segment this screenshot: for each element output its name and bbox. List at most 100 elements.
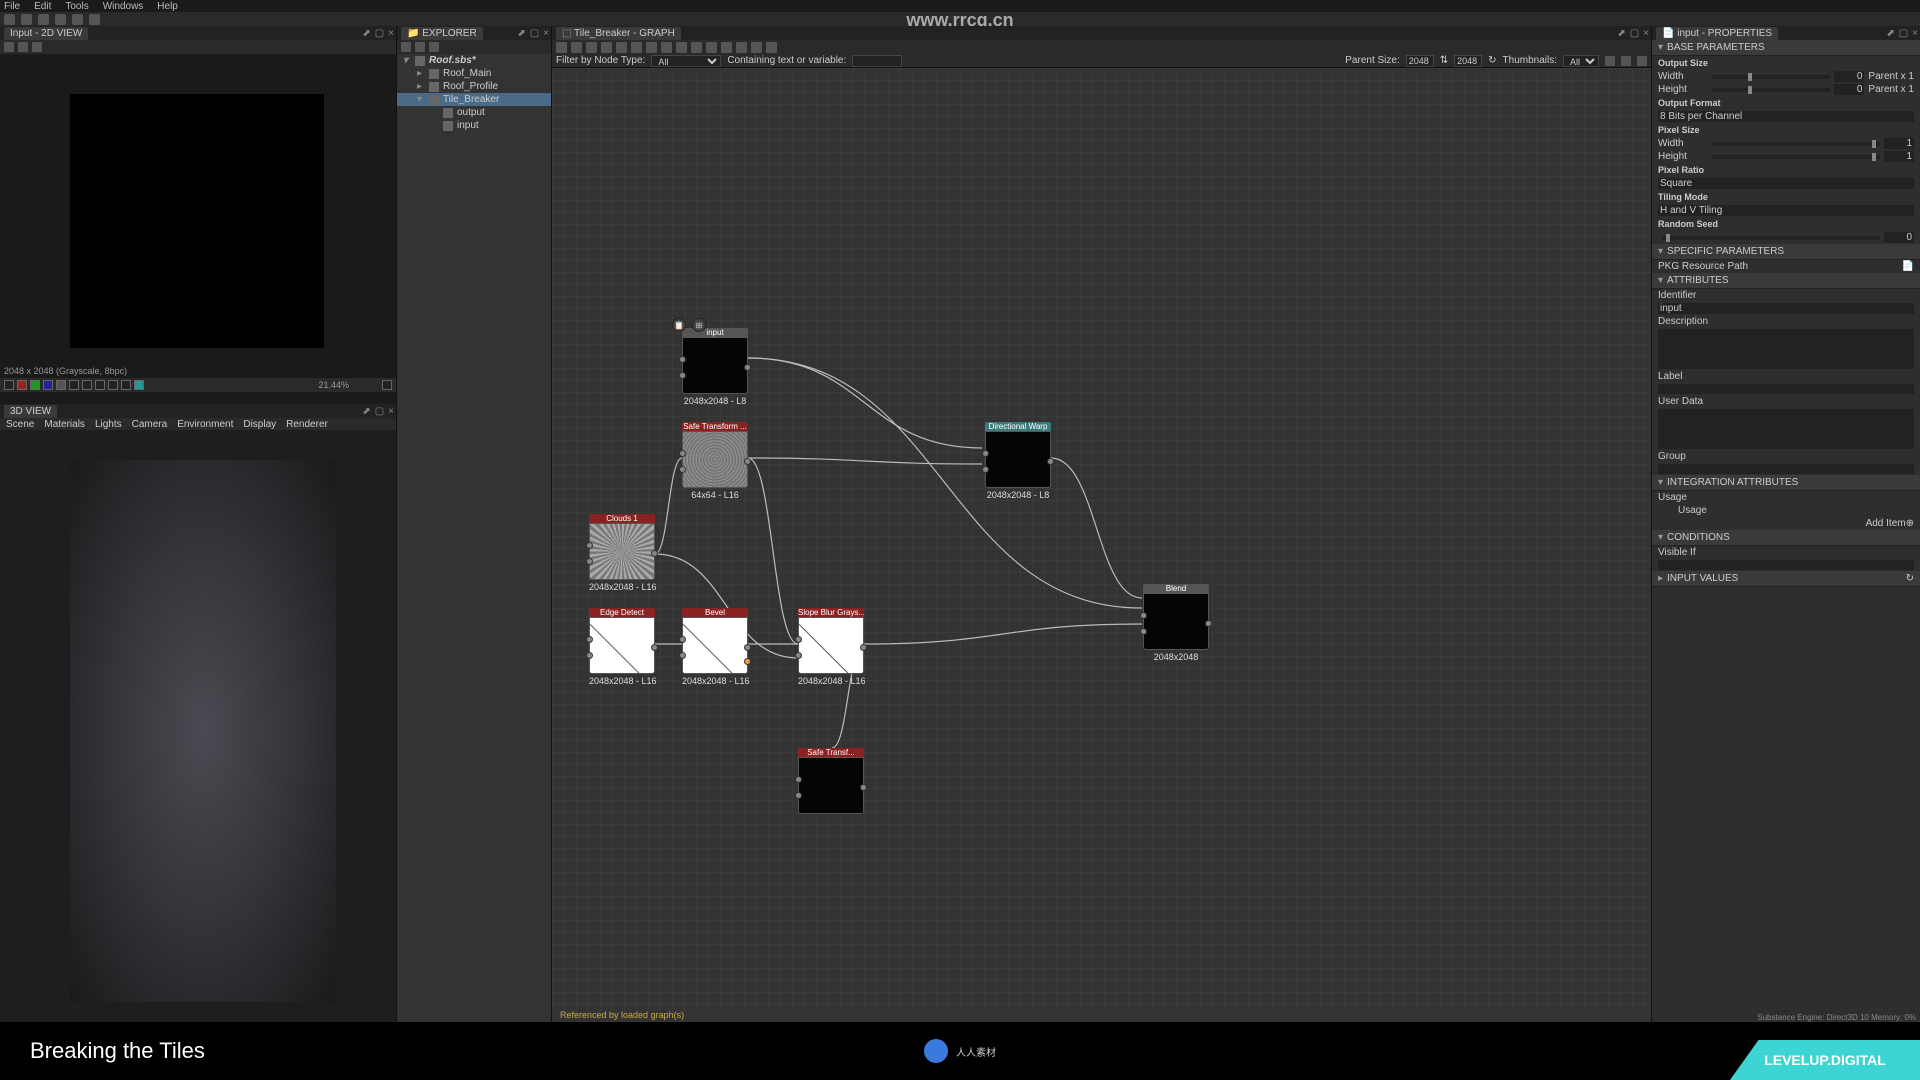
pin-icon[interactable]: ⬈ bbox=[362, 28, 370, 39]
view3d-tab[interactable]: 3D VIEW bbox=[4, 405, 57, 418]
close-icon[interactable]: × bbox=[1643, 28, 1649, 39]
snap-icon[interactable] bbox=[676, 42, 687, 53]
settings-icon[interactable] bbox=[1637, 56, 1647, 66]
section-attributes[interactable]: ▾ATTRIBUTES bbox=[1652, 273, 1920, 289]
save-icon[interactable] bbox=[4, 42, 14, 52]
save-icon[interactable] bbox=[401, 42, 411, 52]
refresh-icon[interactable] bbox=[415, 42, 425, 52]
section-input-values[interactable]: ▸INPUT VALUES↻ bbox=[1652, 571, 1920, 587]
view2d-tab[interactable]: Input - 2D VIEW bbox=[4, 27, 88, 40]
back-icon[interactable] bbox=[21, 14, 32, 25]
identifier-value[interactable]: input bbox=[1658, 303, 1914, 314]
undock-icon[interactable]: ▢ bbox=[375, 28, 384, 39]
filter-text-input[interactable] bbox=[852, 55, 902, 67]
copy-icon[interactable] bbox=[18, 42, 28, 52]
node-expand-icon[interactable]: ⊞ bbox=[692, 318, 706, 332]
channel-swatch[interactable] bbox=[4, 380, 14, 390]
fit-icon[interactable] bbox=[616, 42, 627, 53]
pin-icon[interactable]: ⬈ bbox=[1886, 28, 1894, 39]
camera-icon[interactable] bbox=[586, 42, 597, 53]
undock-icon[interactable]: ▢ bbox=[530, 28, 539, 39]
pencil-icon[interactable] bbox=[736, 42, 747, 53]
node-safetrans[interactable]: Safe Transform ...64x64 - L16 bbox=[682, 422, 748, 500]
close-icon[interactable]: × bbox=[1912, 28, 1918, 39]
section-specific-parameters[interactable]: ▾SPECIFIC PARAMETERS bbox=[1652, 244, 1920, 260]
menu-environment[interactable]: Environment bbox=[177, 419, 233, 430]
frame-icon[interactable] bbox=[751, 42, 762, 53]
plus-icon[interactable]: ⊕ bbox=[1906, 518, 1914, 529]
width-slider[interactable] bbox=[1712, 75, 1830, 79]
menu-tools[interactable]: Tools bbox=[65, 1, 88, 12]
close-icon[interactable]: × bbox=[388, 28, 394, 39]
height-value[interactable]: 0 bbox=[1834, 84, 1864, 95]
group-value[interactable] bbox=[1658, 464, 1914, 474]
node-safe2[interactable]: Safe Transf... bbox=[798, 748, 864, 816]
align-icon[interactable] bbox=[646, 42, 657, 53]
cursor-icon[interactable] bbox=[556, 42, 567, 53]
channel-alpha[interactable] bbox=[56, 380, 66, 390]
reset-icon[interactable]: ↻ bbox=[1906, 573, 1914, 584]
tree-item-tile-breaker[interactable]: ▾Tile_Breaker bbox=[397, 93, 551, 106]
lock-icon[interactable] bbox=[382, 380, 392, 390]
redo-icon[interactable] bbox=[89, 14, 100, 25]
grid-view-icon[interactable] bbox=[1621, 56, 1631, 66]
picker-icon[interactable] bbox=[121, 380, 131, 390]
tile-icon[interactable] bbox=[82, 380, 92, 390]
reset-icon[interactable]: ↻ bbox=[1488, 55, 1496, 66]
pheight-value[interactable]: 1 bbox=[1884, 151, 1914, 162]
file-icon[interactable]: 📄 bbox=[1902, 261, 1914, 272]
pin-icon[interactable]: ⬈ bbox=[517, 28, 525, 39]
channel-green[interactable] bbox=[30, 380, 40, 390]
view2d-canvas[interactable] bbox=[70, 94, 324, 348]
menu-lights[interactable]: Lights bbox=[95, 419, 122, 430]
section-conditions[interactable]: ▾CONDITIONS bbox=[1652, 530, 1920, 546]
userdata-value[interactable] bbox=[1658, 409, 1914, 449]
pin-icon[interactable]: ⬈ bbox=[1617, 28, 1625, 39]
explorer-tab[interactable]: 📁 EXPLORER bbox=[401, 27, 483, 40]
parent-size-w[interactable] bbox=[1406, 55, 1434, 67]
width-value[interactable]: 0 bbox=[1834, 71, 1864, 82]
label-value[interactable] bbox=[1658, 384, 1914, 394]
histogram-icon[interactable] bbox=[108, 380, 118, 390]
close-icon[interactable]: × bbox=[543, 28, 549, 39]
menu-camera[interactable]: Camera bbox=[132, 419, 168, 430]
visibleif-value[interactable] bbox=[1658, 560, 1914, 570]
tool-icon[interactable] bbox=[32, 42, 42, 52]
channel-red[interactable] bbox=[17, 380, 27, 390]
menu-scene[interactable]: Scene bbox=[6, 419, 34, 430]
pwidth-slider[interactable] bbox=[1712, 142, 1880, 146]
node-edge[interactable]: Edge Detect2048x2048 - L16 bbox=[589, 608, 655, 686]
section-base-parameters[interactable]: ▾BASE PARAMETERS bbox=[1652, 40, 1920, 56]
pwidth-value[interactable]: 1 bbox=[1884, 138, 1914, 149]
node-slope[interactable]: Slope Blur Grays...2048x2048 - L16 bbox=[798, 608, 864, 686]
pin-icon[interactable]: ⬈ bbox=[362, 406, 370, 417]
home-icon[interactable] bbox=[4, 14, 15, 25]
tiling-mode-value[interactable]: H and V Tiling bbox=[1658, 205, 1914, 216]
hand-icon[interactable] bbox=[571, 42, 582, 53]
undo-icon[interactable] bbox=[72, 14, 83, 25]
arrow-icon[interactable] bbox=[691, 42, 702, 53]
node-clouds[interactable]: Clouds 12048x2048 - L16 bbox=[589, 514, 655, 592]
height-slider[interactable] bbox=[1712, 88, 1830, 92]
filter-type-select[interactable]: All bbox=[651, 55, 721, 67]
undock-icon[interactable]: ▢ bbox=[375, 406, 384, 417]
link-icon[interactable]: ⇅ bbox=[1440, 55, 1448, 66]
grid-icon[interactable] bbox=[69, 380, 79, 390]
undock-icon[interactable]: ▢ bbox=[1899, 28, 1908, 39]
output-format-value[interactable]: 8 Bits per Channel bbox=[1658, 111, 1914, 122]
menu-file[interactable]: File bbox=[4, 1, 20, 12]
graph-canvas[interactable]: input2048x2048 - L8Safe Transform ...64x… bbox=[552, 68, 1651, 1012]
node-copy-icon[interactable]: 📋 bbox=[672, 318, 686, 332]
node-blend[interactable]: Blend2048x2048 bbox=[1143, 584, 1209, 662]
info-icon[interactable] bbox=[95, 380, 105, 390]
menu-display[interactable]: Display bbox=[243, 419, 276, 430]
seed-slider[interactable] bbox=[1662, 236, 1880, 240]
tree-item-roof-sbs-[interactable]: ▾Roof.sbs* bbox=[397, 54, 551, 67]
channel-blue[interactable] bbox=[43, 380, 53, 390]
node-bevel[interactable]: Bevel2048x2048 - L16 bbox=[682, 608, 748, 686]
undock-icon[interactable]: ▢ bbox=[1630, 28, 1639, 39]
parent-size-h[interactable] bbox=[1454, 55, 1482, 67]
tree-item-roof-profile[interactable]: ▸Roof_Profile bbox=[397, 80, 551, 93]
view-icon[interactable] bbox=[1605, 56, 1615, 66]
description-value[interactable] bbox=[1658, 329, 1914, 369]
